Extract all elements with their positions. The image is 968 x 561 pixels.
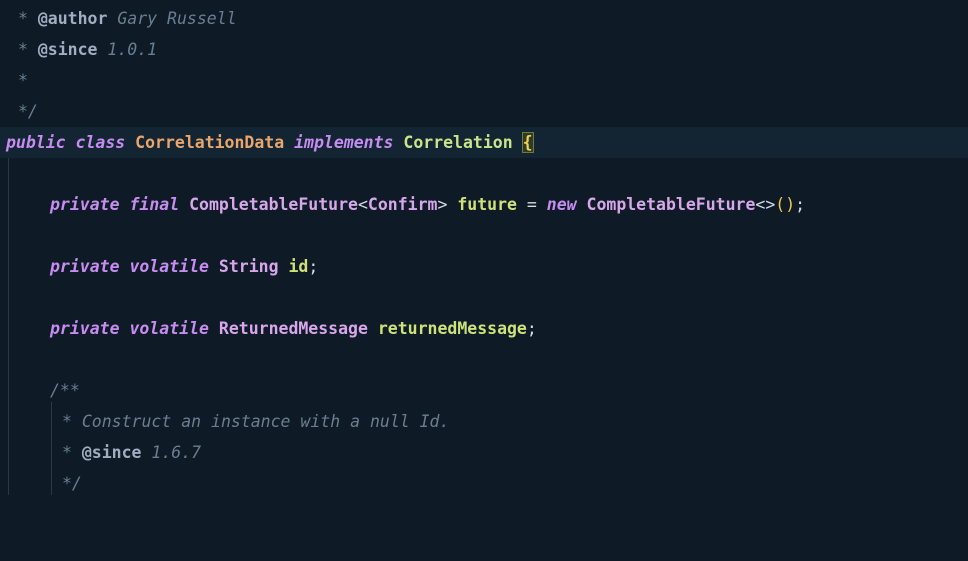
code-line-comment-star[interactable]: * [0, 65, 968, 96]
comment-star: * [18, 40, 38, 59]
javadoc-end: */ [62, 474, 82, 493]
javadoc-since-text: 1.6.7 [141, 443, 202, 462]
code-line-since[interactable]: * @since 1.0.1 [0, 34, 968, 65]
comment-end: */ [18, 102, 38, 121]
generic-open: < [357, 195, 368, 214]
javadoc-start: /** [50, 381, 80, 400]
type-completable-future-ctor[interactable]: CompletableFuture [587, 195, 756, 214]
code-line-javadoc-start[interactable]: /** [0, 375, 968, 406]
type-returned-message[interactable]: ReturnedMessage [219, 319, 368, 338]
code-line-class-declaration[interactable]: public class CorrelationData implements … [0, 127, 968, 158]
code-editor[interactable]: * @author Gary Russell * @since 1.0.1 * … [0, 0, 968, 495]
semicolon: ; [526, 319, 537, 338]
keyword-class: class [75, 133, 126, 152]
class-name[interactable]: CorrelationData [135, 133, 284, 152]
keyword-private: private [50, 319, 120, 338]
code-line-javadoc-since[interactable]: * @since 1.6.7 [0, 437, 968, 468]
keyword-volatile: volatile [129, 257, 209, 276]
javadoc-since-text: 1.0.1 [97, 40, 158, 59]
code-line-author[interactable]: * @author Gary Russell [0, 3, 968, 34]
field-id[interactable]: id [288, 257, 308, 276]
keyword-private: private [50, 195, 120, 214]
constructor-parens: () [775, 195, 796, 214]
code-line-returned-message-field[interactable]: private volatile ReturnedMessage returne… [0, 313, 968, 344]
javadoc-tag-since: @since [37, 40, 98, 59]
javadoc-author-text: Gary Russell [107, 9, 237, 28]
javadoc-description: Construct an instance with a null Id. [81, 412, 450, 431]
semicolon: ; [308, 257, 319, 276]
generic-close: > [437, 195, 448, 214]
field-returned-message[interactable]: returnedMessage [378, 319, 527, 338]
code-line-comment-end[interactable]: */ [0, 96, 968, 127]
type-confirm[interactable]: Confirm [368, 195, 438, 214]
keyword-public: public [6, 133, 66, 152]
open-brace-highlighted: { [521, 132, 534, 153]
code-line-javadoc-description[interactable]: * Construct an instance with a null Id. [0, 406, 968, 437]
keyword-new: new [546, 195, 577, 214]
javadoc-tag-since: @since [81, 443, 142, 462]
comment-star: * [62, 443, 82, 462]
assign-operator: = [526, 195, 537, 214]
field-future[interactable]: future [457, 195, 517, 214]
comment-star: * [62, 412, 82, 431]
keyword-final: final [129, 195, 180, 214]
keyword-implements: implements [294, 133, 394, 152]
comment-star: * [18, 71, 28, 90]
type-string[interactable]: String [219, 257, 279, 276]
code-line-future-field[interactable]: private final CompletableFuture<Confirm>… [0, 189, 968, 220]
keyword-volatile: volatile [129, 319, 209, 338]
interface-name[interactable]: Correlation [403, 133, 512, 152]
code-line-id-field[interactable]: private volatile String id; [0, 251, 968, 282]
javadoc-tag-author: @author [37, 9, 108, 28]
diamond-operator: <> [755, 195, 776, 214]
semicolon: ; [795, 195, 806, 214]
type-completable-future[interactable]: CompletableFuture [189, 195, 358, 214]
keyword-private: private [50, 257, 120, 276]
comment-star: * [18, 9, 38, 28]
code-line-javadoc-end[interactable]: */ [0, 468, 968, 499]
